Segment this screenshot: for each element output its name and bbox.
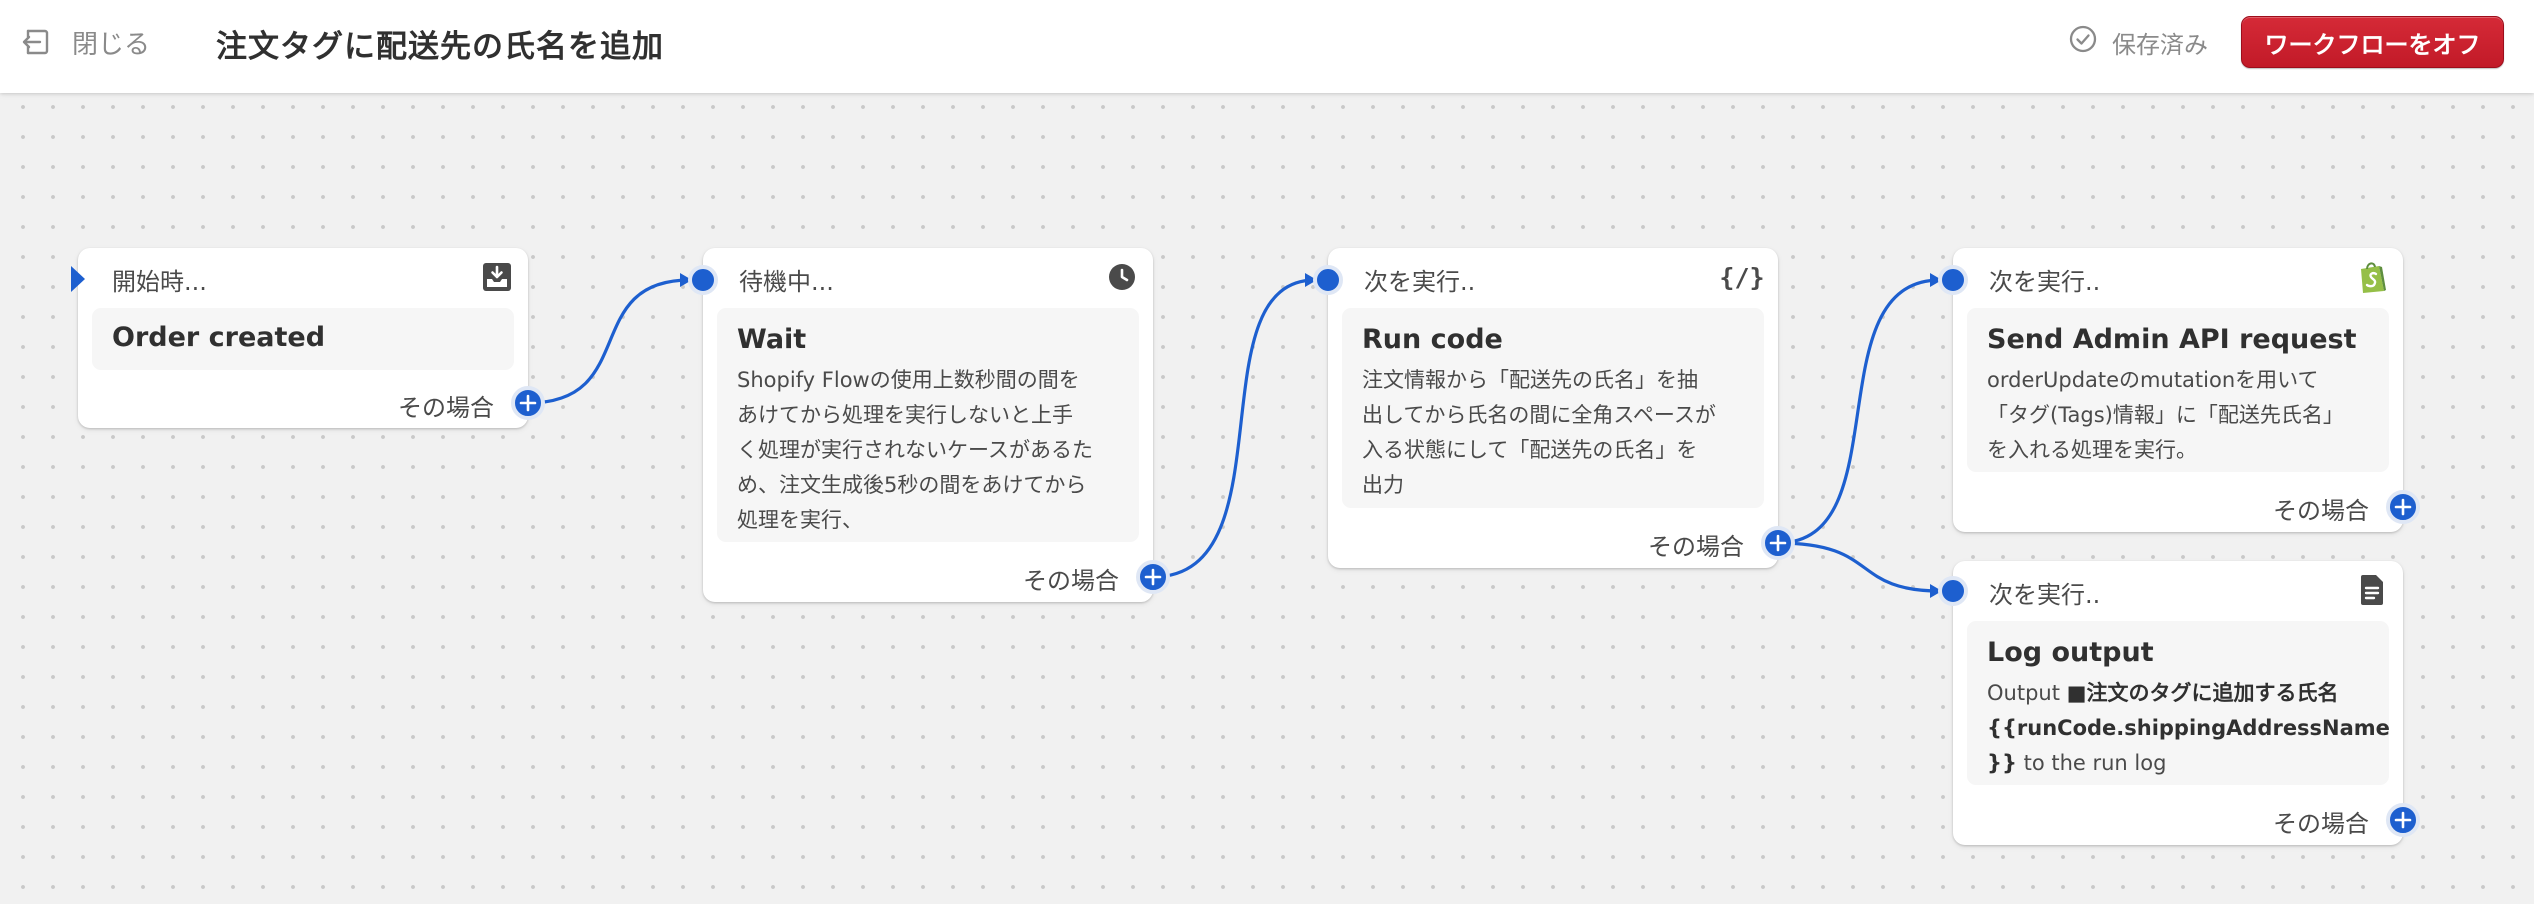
input-port [1938,265,1968,295]
input-port [1313,265,1343,295]
description-line: {{runCode.shippingAddressName [1987,711,2390,746]
description-line: 処理を実行、 [737,508,863,532]
card-description: Output ■注文のタグに追加する氏名 {{runCode.shippingA… [1987,676,2390,781]
close-label: 閉じる [72,29,151,60]
log-output-card[interactable]: 次を実行.. Log output Output ■注文のタグに追加する氏名 {… [1953,561,2403,845]
add-step-button[interactable] [1136,560,1170,594]
connector-start-to-wait [527,278,691,405]
card-title: Wait [737,324,807,355]
top-bar: 閉じる 注文タグに配送先の氏名を追加 保存済み ワークフローをオフ [0,0,2534,93]
wait-card[interactable]: 待機中... Wait Shopify Flowの使用上数秒間の間を あけてから… [703,248,1153,602]
card-footer-label: その場合 [2273,497,2369,525]
description-line: を入れる処理を実行。 [1987,438,2197,462]
card-description: orderUpdateのmutationを用いて 「タグ(Tags)情報」に「配… [1987,363,2369,468]
card-label: 待機中... [739,268,834,296]
description-line: orderUpdateのmutationを用いて [1987,368,2319,392]
description-line: 「タグ(Tags)情報」に「配送先氏名」 [1987,403,2344,427]
card-title: Log output [1987,637,2154,668]
description-line: 出力 [1362,473,1404,497]
card-title: Order created [112,322,326,353]
connector-runcode-to-log [1777,541,1941,593]
shopify-bag-icon [2355,260,2389,294]
card-label: 開始時... [112,268,207,296]
card-label: 次を実行.. [1989,268,2101,296]
add-step-button[interactable] [2386,490,2420,524]
card-footer-label: その場合 [1023,567,1119,595]
input-port [1938,576,1968,606]
card-title: Send Admin API request [1987,324,2357,355]
exit-icon [20,26,52,58]
turn-off-workflow-button[interactable]: ワークフローをオフ [2241,16,2504,68]
log-text-bold: ■注文のタグに追加する氏名 [2066,681,2339,705]
description-line: め、注文生成後5秒の間をあけてから [737,473,1087,497]
run-code-card[interactable]: 次を実行.. {/} Run code 注文情報から「配送先の氏名」を抽 出して… [1328,248,1778,568]
description-line: 入る状態にして「配送先の氏名」を [1362,438,1698,462]
send-admin-api-request-card[interactable]: 次を実行.. Send Admin API request orderUpdat… [1953,248,2403,532]
add-step-button[interactable] [1761,526,1795,560]
document-icon [2355,573,2389,607]
card-footer-label: その場合 [1648,533,1744,561]
card-description: Shopify Flowの使用上数秒間の間を あけてから処理を実行しないと上手 … [737,363,1119,538]
description-line: Shopify Flowの使用上数秒間の間を [737,368,1080,392]
trigger-card-order-created[interactable]: 開始時... Order created その場合 [78,248,528,428]
description-line: 注文情報から「配送先の氏名」を抽 [1362,368,1698,392]
card-body: Run code 注文情報から「配送先の氏名」を抽 出してから氏名の間に全角スペ… [1342,308,1764,508]
clock-icon [1105,260,1139,294]
download-tray-icon [480,260,514,294]
card-body: Wait Shopify Flowの使用上数秒間の間を あけてから処理を実行しな… [717,308,1139,542]
start-marker-icon [69,264,89,298]
card-body: Send Admin API request orderUpdateのmutat… [1967,308,2389,472]
description-line: 出してから氏名の間に全角スペースが [1362,403,1716,427]
saved-label: 保存済み [2112,30,2208,59]
card-label: 次を実行.. [1364,268,1476,296]
card-label: 次を実行.. [1989,581,2101,609]
card-footer-label: その場合 [398,394,494,422]
card-footer-label: その場合 [2273,810,2369,838]
close-button[interactable]: 閉じる [20,22,150,62]
card-description: 注文情報から「配送先の氏名」を抽 出してから氏名の間に全角スペースが 入る状態に… [1362,363,1744,503]
card-title: Run code [1362,324,1503,355]
page-title: 注文タグに配送先の氏名を追加 [216,29,664,65]
card-body: Log output Output ■注文のタグに追加する氏名 {{runCod… [1967,621,2390,785]
input-port [688,265,718,295]
connector-wait-to-runcode [1152,278,1316,579]
description-line: }} to the run log [1987,746,2369,781]
add-step-button[interactable] [511,386,545,420]
description-line: Output ■注文のタグに追加する氏名 [1987,676,2369,711]
check-circle-icon [2068,24,2098,60]
add-step-button[interactable] [2386,803,2420,837]
saved-status: 保存済み [2068,24,2208,60]
log-variable: {{runCode.shippingAddressName [1987,716,2390,740]
log-text: to the run log [2016,751,2167,775]
description-line: あけてから処理を実行しないと上手 [737,403,1073,427]
card-body: Order created [92,308,514,370]
code-braces-glyph: {/} [1719,262,1765,292]
description-line: く処理が実行されないケースがあるた [737,438,1093,462]
connector-runcode-to-api [1777,278,1941,545]
log-text: Output [1987,681,2067,705]
code-braces-icon: {/} [1719,260,1765,294]
log-variable-end: }} [1987,751,2017,775]
